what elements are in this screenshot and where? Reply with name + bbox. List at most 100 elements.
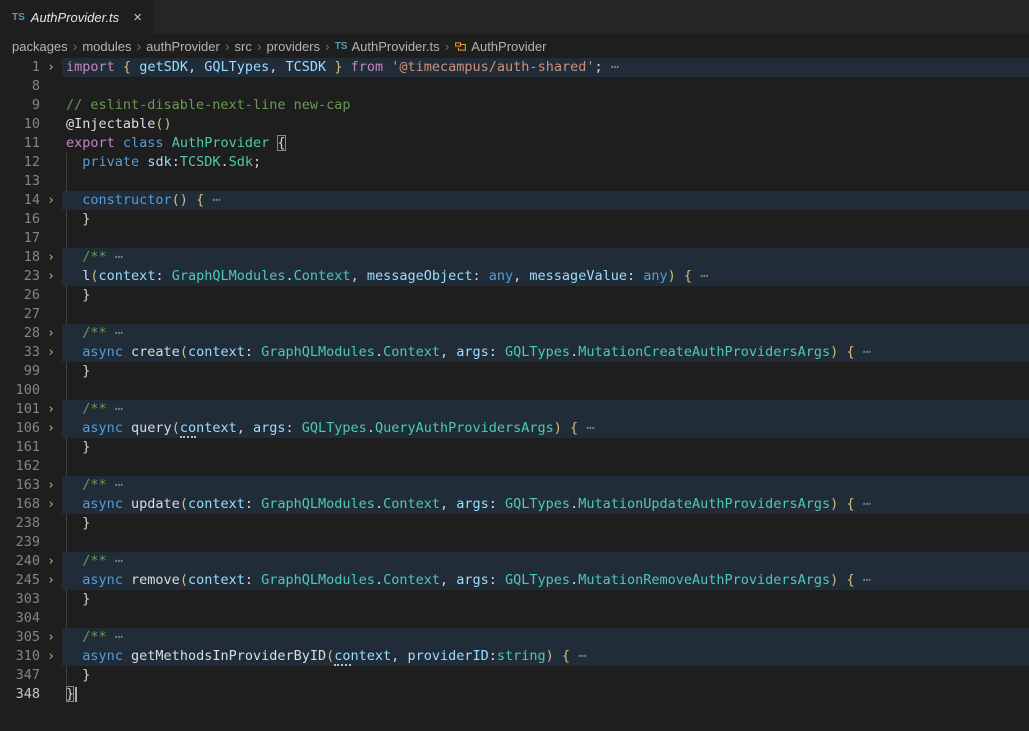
code-token: async — [82, 648, 123, 664]
breadcrumb-item-authProvider[interactable]: authProvider — [146, 39, 220, 54]
fold-chevron-icon[interactable]: › — [40, 267, 62, 286]
fold-chevron-icon[interactable]: › — [40, 343, 62, 362]
code-line[interactable]: 1›import { getSDK, GQLTypes, TCSDK } fro… — [0, 58, 1029, 77]
code-token: } — [66, 591, 90, 607]
code-line[interactable]: 28› /** ⋯ — [0, 324, 1029, 343]
folded-ellipsis[interactable]: ⋯ — [863, 344, 871, 360]
gutter: 23› — [0, 267, 62, 286]
folded-ellipsis[interactable]: ⋯ — [115, 249, 123, 265]
folded-ellipsis[interactable]: ⋯ — [578, 648, 586, 664]
code-line[interactable]: 99 } — [0, 362, 1029, 381]
breadcrumb-item-src[interactable]: src — [235, 39, 252, 54]
folded-ellipsis[interactable]: ⋯ — [115, 401, 123, 417]
fold-chevron-icon[interactable]: › — [40, 628, 62, 647]
code-line[interactable]: 13 — [0, 172, 1029, 191]
folded-ellipsis[interactable]: ⋯ — [586, 420, 594, 436]
code-line[interactable]: 18› /** ⋯ — [0, 248, 1029, 267]
code-line[interactable]: 304 — [0, 609, 1029, 628]
fold-chevron-icon[interactable]: › — [40, 571, 62, 590]
code-line[interactable]: 303 } — [0, 590, 1029, 609]
code-token: , — [351, 268, 367, 284]
code-token: create — [131, 344, 180, 360]
fold-chevron-icon[interactable]: › — [40, 552, 62, 571]
code-line[interactable]: 101› /** ⋯ — [0, 400, 1029, 419]
indent-guide — [66, 286, 67, 305]
code-line[interactable]: 33› async create(context: GraphQLModules… — [0, 343, 1029, 362]
code-line[interactable]: 11export class AuthProvider { — [0, 134, 1029, 153]
breadcrumb-item-symbol[interactable]: AuthProvider — [454, 39, 546, 54]
code-token — [188, 192, 196, 208]
code-line[interactable]: 240› /** ⋯ — [0, 552, 1029, 571]
code-line[interactable]: 305› /** ⋯ — [0, 628, 1029, 647]
breadcrumb-item-file[interactable]: TSAuthProvider.ts — [335, 39, 440, 54]
code-line[interactable]: 17 — [0, 229, 1029, 248]
gutter: 18› — [0, 248, 62, 267]
breadcrumb-item-providers[interactable]: providers — [267, 39, 320, 54]
line-number: 9 — [0, 96, 40, 115]
code-token: any — [489, 268, 513, 284]
code-line[interactable]: 168› async update(context: GraphQLModule… — [0, 495, 1029, 514]
code-token — [107, 553, 115, 569]
folded-ellipsis[interactable]: ⋯ — [863, 572, 871, 588]
code-line[interactable]: 162 — [0, 457, 1029, 476]
code-line[interactable]: 26 } — [0, 286, 1029, 305]
code-token: : — [489, 648, 497, 664]
folded-ellipsis[interactable]: ⋯ — [115, 325, 123, 341]
code-line[interactable]: 8 — [0, 77, 1029, 96]
code-line[interactable]: 12 private sdk:TCSDK.Sdk; — [0, 153, 1029, 172]
code-line[interactable]: 10@Injectable() — [0, 115, 1029, 134]
code-line[interactable]: 348} — [0, 685, 1029, 704]
fold-chevron-icon[interactable]: › — [40, 419, 62, 438]
line-number: 303 — [0, 590, 40, 609]
fold-chevron-icon[interactable]: › — [40, 191, 62, 210]
breadcrumb-item-modules[interactable]: modules — [82, 39, 131, 54]
fold-chevron-icon[interactable]: › — [40, 647, 62, 666]
fold-chevron-icon[interactable]: › — [40, 400, 62, 419]
fold-chevron-icon[interactable]: › — [40, 495, 62, 514]
code-line[interactable]: 23› l(context: GraphQLModules.Context, m… — [0, 267, 1029, 286]
folded-ellipsis[interactable]: ⋯ — [700, 268, 708, 284]
code-line[interactable]: 14› constructor() { ⋯ — [0, 191, 1029, 210]
breadcrumb-separator: › — [136, 38, 141, 54]
breadcrumb-separator: › — [445, 38, 450, 54]
code-line[interactable]: 161 } — [0, 438, 1029, 457]
code-token: async — [82, 572, 123, 588]
code-line[interactable]: 238 } — [0, 514, 1029, 533]
code-line[interactable]: 16 } — [0, 210, 1029, 229]
fold-column — [40, 210, 62, 229]
folded-ellipsis[interactable]: ⋯ — [212, 192, 220, 208]
code-line[interactable]: 163› /** ⋯ — [0, 476, 1029, 495]
breadcrumb-symbol-label: AuthProvider — [471, 39, 546, 54]
code-line[interactable]: 100 — [0, 381, 1029, 400]
code-content: } — [62, 438, 1029, 457]
folded-ellipsis[interactable]: ⋯ — [611, 59, 619, 75]
folded-ellipsis[interactable]: ⋯ — [115, 629, 123, 645]
fold-column — [40, 134, 62, 153]
close-icon[interactable]: × — [133, 10, 142, 25]
code-token: ) — [554, 420, 562, 436]
code-token — [855, 572, 863, 588]
folded-ellipsis[interactable]: ⋯ — [863, 496, 871, 512]
code-line[interactable]: 106› async query(context, args: GQLTypes… — [0, 419, 1029, 438]
fold-chevron-icon[interactable]: › — [40, 58, 62, 77]
fold-chevron-icon[interactable]: › — [40, 324, 62, 343]
folded-ellipsis[interactable]: ⋯ — [115, 477, 123, 493]
code-token: ) — [546, 648, 554, 664]
code-content — [62, 305, 1029, 324]
code-line[interactable]: 9// eslint-disable-next-line new-cap — [0, 96, 1029, 115]
fold-chevron-icon[interactable]: › — [40, 248, 62, 267]
breadcrumb-item-packages[interactable]: packages — [12, 39, 68, 54]
code-content: /** ⋯ — [62, 552, 1029, 571]
code-line[interactable]: 239 — [0, 533, 1029, 552]
code-line[interactable]: 245› async remove(context: GraphQLModule… — [0, 571, 1029, 590]
code-token: messageObject — [367, 268, 473, 284]
gutter: 101› — [0, 400, 62, 419]
folded-ellipsis[interactable]: ⋯ — [115, 553, 123, 569]
tab-authprovider[interactable]: TS AuthProvider.ts × — [0, 0, 154, 34]
code-line[interactable]: 310› async getMethodsInProviderByID(cont… — [0, 647, 1029, 666]
code-line[interactable]: 347 } — [0, 666, 1029, 685]
breadcrumb-separator: › — [73, 38, 78, 54]
code-line[interactable]: 27 — [0, 305, 1029, 324]
fold-column — [40, 514, 62, 533]
fold-chevron-icon[interactable]: › — [40, 476, 62, 495]
